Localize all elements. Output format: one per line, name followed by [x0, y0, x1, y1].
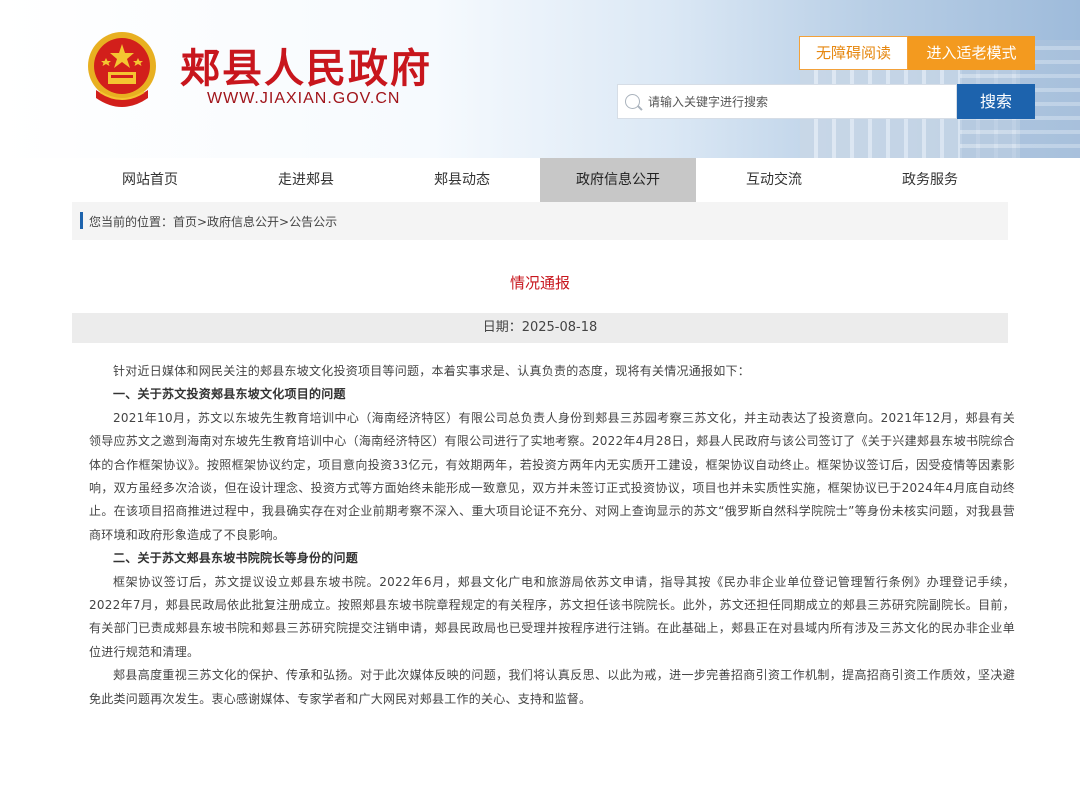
nav-item-about[interactable]: 走进郏县 [228, 158, 384, 202]
breadcrumb-text[interactable]: 您当前的位置：首页>政府信息公开>公告公示 [89, 213, 337, 230]
article-paragraph: 针对近日媒体和网民关注的郏县东坡文化投资项目等问题，本着实事求是、认真负责的态度… [113, 364, 751, 378]
nav-item-gov-info[interactable]: 政府信息公开 [540, 158, 696, 202]
nav-item-news[interactable]: 郏县动态 [384, 158, 540, 202]
article-date: 日期：2025-08-18 [482, 320, 598, 335]
section-heading: 二、关于苏文郏县东坡书院院长等身份的问题 [113, 551, 359, 566]
main-nav: 网站首页 走进郏县 郏县动态 政府信息公开 互动交流 政务服务 [72, 158, 1008, 202]
nav-item-services[interactable]: 政务服务 [852, 158, 1008, 202]
search-icon [625, 94, 640, 109]
site-header: 郏县人民政府 WWW.JIAXIAN.GOV.CN 无障碍阅读 进入适老模式 搜… [0, 0, 1080, 158]
article-paragraph: 框架协议签订后，苏文提议设立郏县东坡书院。2022年6月，郏县文化广电和旅游局依… [89, 574, 1015, 659]
search-box [617, 84, 957, 119]
nav-item-home[interactable]: 网站首页 [72, 158, 228, 202]
national-emblem-icon [88, 32, 156, 107]
search-button[interactable]: 搜索 [957, 84, 1035, 119]
article-panel: 情况通报 日期：2025-08-18 针对近日媒体和网民关注的郏县东坡文化投资项… [72, 240, 1015, 810]
article-paragraph: 郏县高度重视三苏文化的保护、传承和弘扬。对于此次媒体反映的问题，我们将认真反思、… [89, 668, 1015, 706]
breadcrumb-marker [80, 212, 83, 229]
search-input[interactable] [648, 85, 948, 118]
section-heading: 一、关于苏文投资郏县东坡文化项目的问题 [113, 387, 346, 402]
article-paragraph: 2021年10月，苏文以东坡先生教育培训中心（海南经济特区）有限公司总负责人身份… [89, 410, 1015, 542]
date-bar: 日期：2025-08-18 [72, 313, 1008, 343]
nav-item-interaction[interactable]: 互动交流 [696, 158, 852, 202]
elder-mode-button[interactable]: 进入适老模式 [908, 36, 1035, 70]
site-title: 郏县人民政府 [180, 45, 432, 92]
site-url: WWW.JIAXIAN.GOV.CN [207, 90, 401, 107]
accessibility-reading-button[interactable]: 无障碍阅读 [799, 36, 908, 70]
breadcrumb: 您当前的位置：首页>政府信息公开>公告公示 [72, 202, 1008, 240]
article-body: 针对近日媒体和网民关注的郏县东坡文化投资项目等问题，本着实事求是、认真负责的态度… [89, 360, 1015, 711]
article-title: 情况通报 [509, 274, 570, 292]
